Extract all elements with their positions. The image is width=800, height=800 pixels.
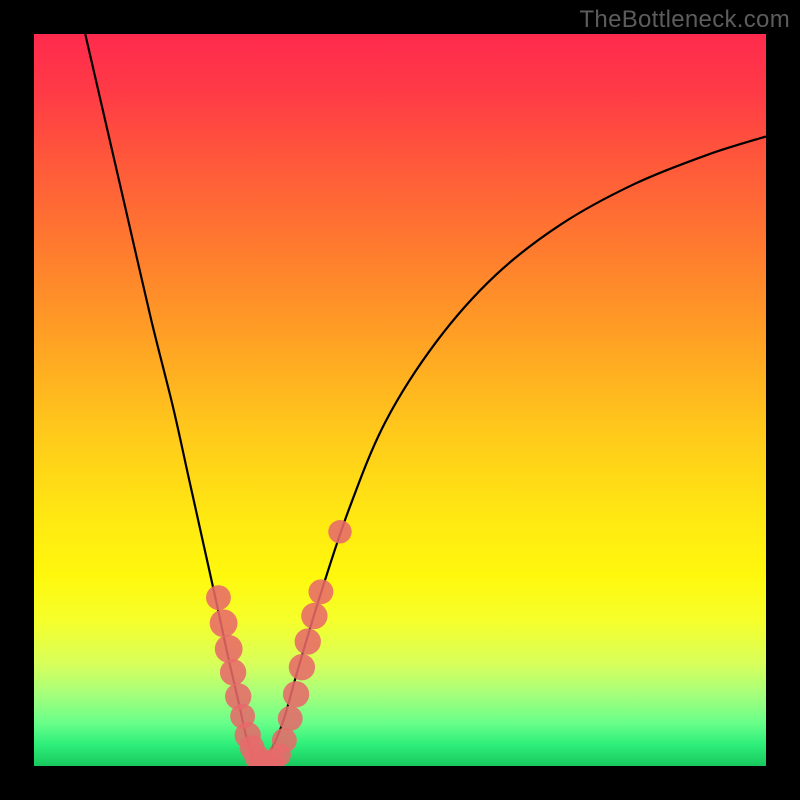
data-marker [295, 628, 321, 654]
watermark-text: TheBottleneck.com [579, 6, 790, 34]
data-marker [289, 654, 315, 680]
data-marker [301, 603, 327, 629]
plot-area [34, 34, 766, 766]
data-marker [220, 659, 246, 685]
data-marker [206, 585, 231, 610]
chart-frame: TheBottleneck.com [0, 0, 800, 800]
chart-svg [34, 34, 766, 766]
data-marker [283, 681, 309, 707]
data-marker [278, 706, 303, 731]
curve-path [257, 136, 766, 763]
data-marker [215, 635, 243, 663]
data-marker [210, 609, 238, 637]
data-marker [309, 579, 334, 604]
curve-group [85, 34, 766, 764]
data-marker [328, 520, 351, 543]
data-marker [272, 728, 297, 753]
marker-group [206, 520, 352, 766]
